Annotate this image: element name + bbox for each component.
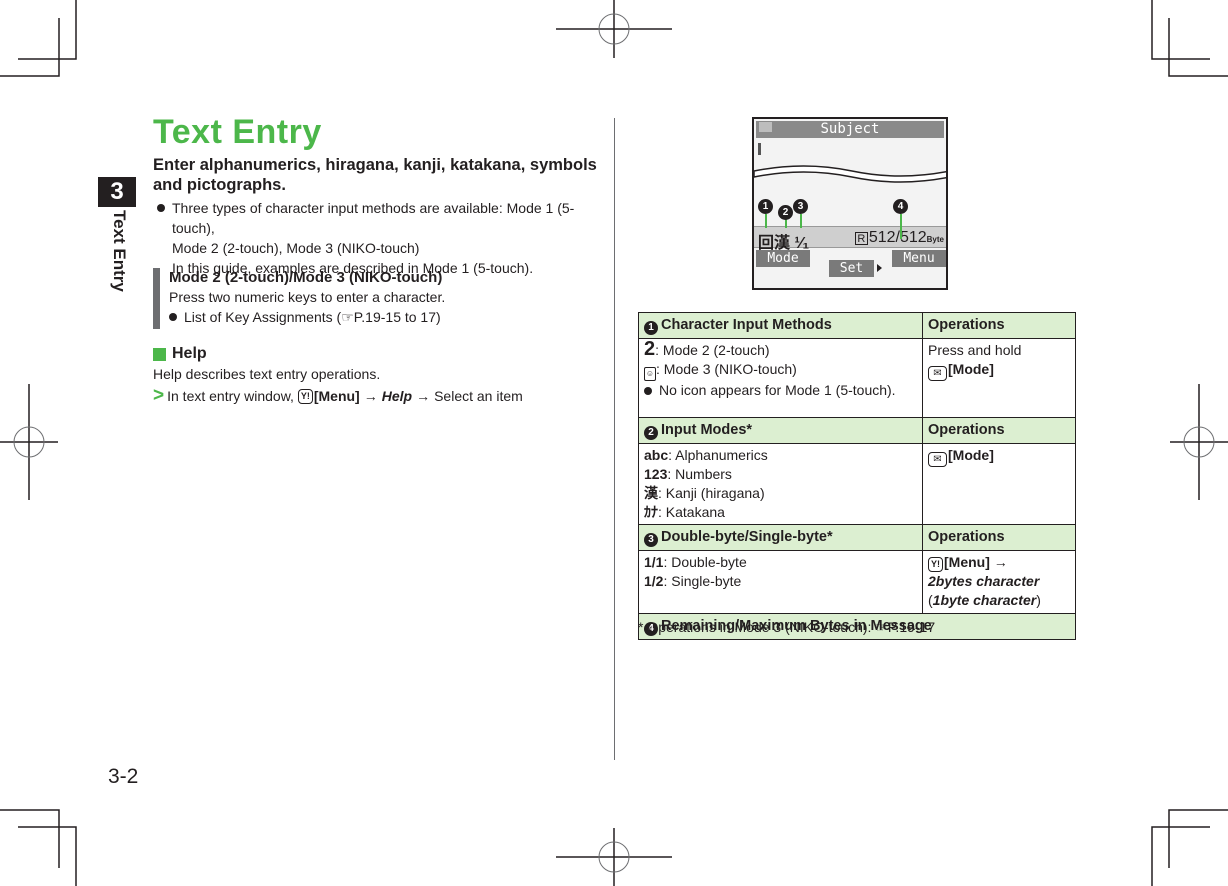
indicator-table: 1 Character Input Methods Operations 2: M… <box>638 312 1076 640</box>
help-description: Help describes text entry operations. <box>153 366 381 382</box>
mode2-icon: 2 <box>644 338 656 360</box>
callout-line <box>785 219 787 228</box>
mail-key-icon: ✉ <box>928 366 947 381</box>
callout-1-icon: 1 <box>644 321 658 335</box>
text-cursor <box>758 143 761 155</box>
page-number: 3-2 <box>108 765 139 788</box>
table-row: abc: Alphanumerics 123: Numbers 漢: Kanji… <box>638 443 1076 525</box>
menu-key-label: [Menu] <box>313 388 360 404</box>
arrow-icon: → <box>363 388 378 404</box>
status-bar: 回漢 ¹⁄₁ R 512/512Byte <box>754 226 946 252</box>
note-box: Mode 2 (2-touch)/Mode 3 (NIKO-touch) Pre… <box>153 268 553 329</box>
key-assignments-ref: List of Key Assignments ( ☞ P.19-15 to 1… <box>169 307 553 327</box>
help-heading: Help <box>153 345 207 363</box>
triangle-right-icon <box>877 264 882 272</box>
bullet-icon <box>644 387 652 395</box>
note-text: Press two numeric keys to enter a charac… <box>169 289 446 305</box>
menu-softkey[interactable]: Menu <box>892 250 946 267</box>
phone-screen: Subject 回漢 ¹⁄₁ R 512/512Byte Mode Menu Se… <box>752 117 948 290</box>
mode-softkey[interactable]: Mode <box>756 250 810 267</box>
page-link[interactable]: P.19-17 <box>888 619 935 635</box>
bullet-icon <box>157 204 165 212</box>
remaining-icon: R <box>854 232 868 245</box>
callout-3: 3 <box>793 199 808 214</box>
table-header-row: 2 Input Modes* Operations <box>638 417 1076 444</box>
set-softkey[interactable]: Set <box>829 260 874 277</box>
page-link[interactable]: P.19-15 to 17) <box>354 307 441 327</box>
table-header-row: 3 Double-byte/Single-byte* Operations <box>638 524 1076 551</box>
pointing-hand-icon: ☞ <box>341 309 354 325</box>
chapter-tab: 3 <box>98 177 136 207</box>
column-divider <box>614 118 615 760</box>
subject-title-bar: Subject <box>756 121 944 138</box>
step-arrow-icon: > <box>153 385 165 406</box>
square-bullet-icon <box>153 347 166 361</box>
callout-line <box>800 214 802 228</box>
footnote: * Operations in Mode 3 (NIKO-touch): ☞P.… <box>638 619 936 635</box>
callout-1: 1 <box>758 199 773 214</box>
callout-line <box>765 214 767 228</box>
pointing-hand-icon: ☞ <box>875 619 888 635</box>
callout-4: 4 <box>893 199 908 214</box>
message-icon <box>759 122 772 132</box>
bullet-icon <box>169 313 177 321</box>
table-header-row: 1 Character Input Methods Operations <box>638 312 1076 339</box>
arrow-icon: → <box>416 388 431 404</box>
page-title: Text Entry <box>153 113 322 151</box>
callout-3-icon: 3 <box>644 533 658 547</box>
yahoo-key-icon: Y! <box>297 388 313 404</box>
help-menu-item: Help <box>381 388 413 404</box>
callout-line <box>900 214 902 239</box>
screen-break-wave <box>754 165 946 183</box>
callout-2-icon: 2 <box>644 426 658 440</box>
table-row: 1/1: Double-byte 1/2: Single-byte Y! [Men… <box>638 550 1076 614</box>
note-title: Mode 2 (2-touch)/Mode 3 (NIKO-touch) <box>169 269 443 286</box>
callout-2: 2 <box>778 205 793 220</box>
table-row: 2: Mode 2 (2-touch) ☺: Mode 3 (NIKO-touc… <box>638 338 1076 418</box>
intro-bullet: Three types of character input methods a… <box>157 198 607 278</box>
chapter-label: Text Entry <box>110 210 129 292</box>
lead-text: Enter alphanumerics, hiragana, kanji, ka… <box>153 156 597 194</box>
help-step: > In text entry window, Y! [Menu] → Help… <box>153 385 523 406</box>
mail-key-icon: ✉ <box>928 452 947 467</box>
yahoo-key-icon: Y! <box>928 557 943 572</box>
niko-touch-icon: ☺ <box>644 367 656 381</box>
